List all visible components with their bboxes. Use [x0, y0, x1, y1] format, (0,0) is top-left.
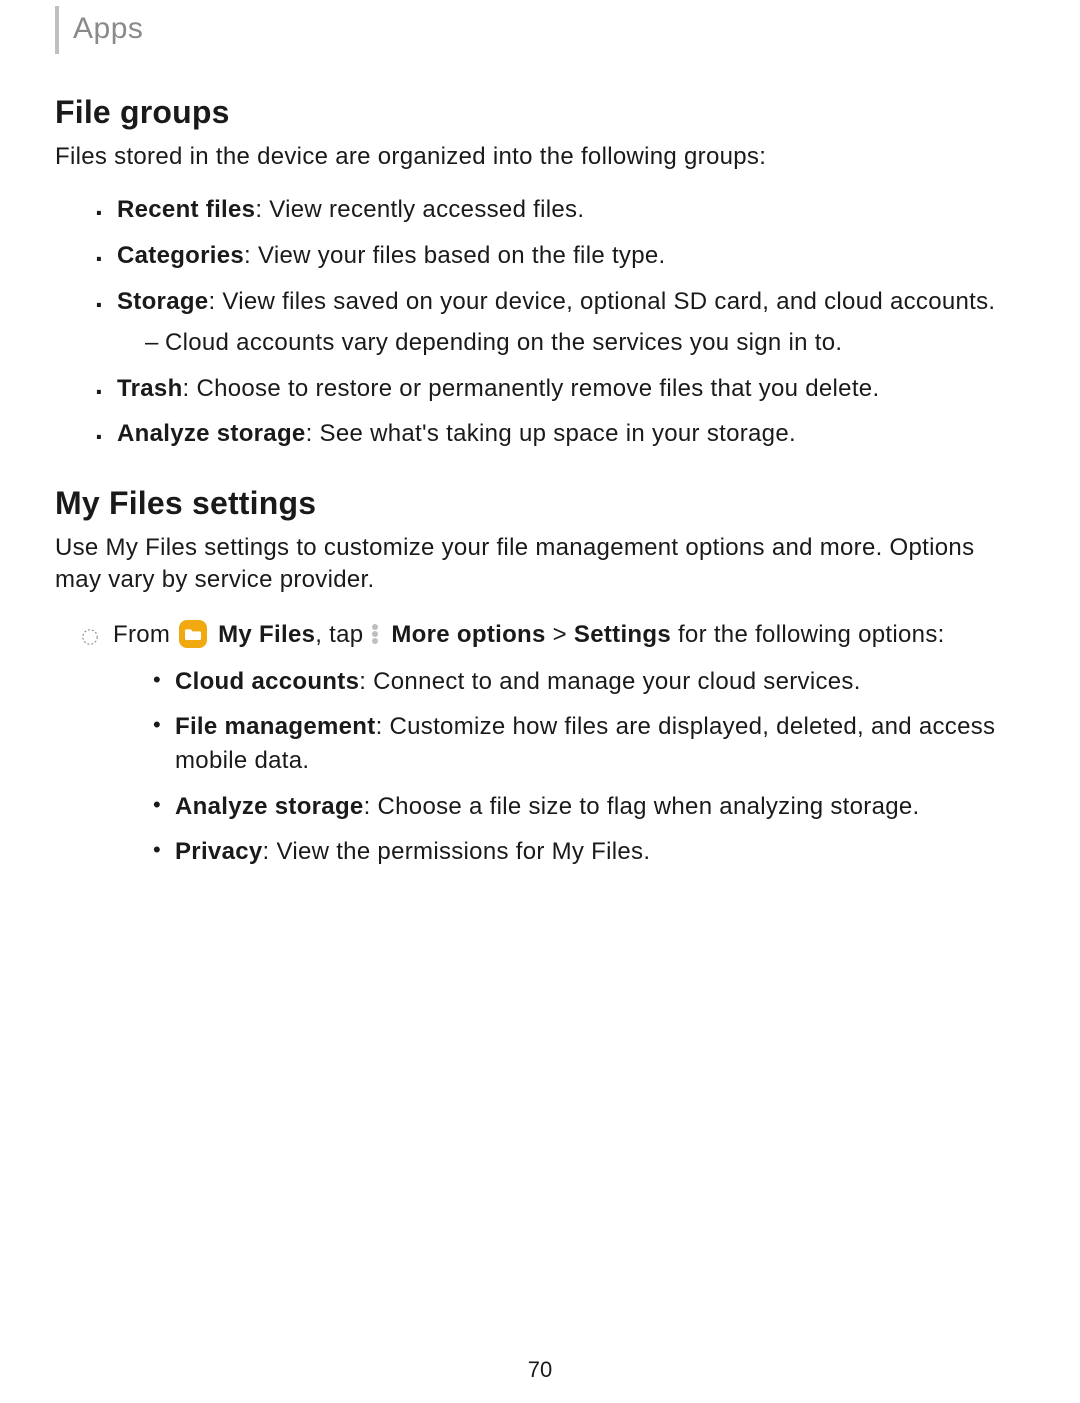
list-item: File management: Customize how files are… [153, 710, 1025, 777]
step-line: From My Files, tap More options > Settin… [81, 617, 1025, 869]
item-term: Storage [117, 288, 208, 315]
list-item: Privacy: View the permissions for My Fil… [153, 835, 1025, 869]
item-term: Cloud accounts [175, 668, 359, 695]
step-mid: , tap [315, 621, 370, 648]
item-term: Analyze storage [175, 793, 364, 820]
list-item: Categories: View your files based on the… [95, 239, 1025, 273]
item-term: Trash [117, 375, 183, 402]
section-intro-file-groups: Files stored in the device are organized… [55, 141, 1025, 173]
step-circle-icon [81, 621, 99, 639]
section-title-file-groups: File groups [55, 94, 1025, 131]
step-settings-label: Settings [574, 621, 671, 648]
item-term: Analyze storage [117, 420, 306, 447]
header-rule [55, 6, 59, 54]
list-item: Analyze storage: Choose a file size to f… [153, 790, 1025, 824]
list-item: Analyze storage: See what's taking up sp… [95, 417, 1025, 451]
item-desc: : View the permissions for My Files. [263, 838, 651, 865]
item-desc: : View your files based on the file type… [244, 242, 665, 269]
item-term: File management [175, 713, 376, 740]
page-number: 70 [0, 1357, 1080, 1383]
list-item: Recent files: View recently accessed fil… [95, 193, 1025, 227]
my-files-app-icon [179, 620, 207, 648]
step-wrap: From My Files, tap More options > Settin… [81, 617, 1025, 869]
page: Apps File groups Files stored in the dev… [0, 6, 1080, 1403]
item-desc: : Choose a file size to flag when analyz… [364, 793, 920, 820]
file-groups-list: Recent files: View recently accessed fil… [95, 193, 1025, 451]
sub-list: Cloud accounts vary depending on the ser… [145, 326, 1025, 360]
list-item: Cloud accounts: Connect to and manage yo… [153, 665, 1025, 699]
step-post: for the following options: [671, 621, 945, 648]
item-desc: : View files saved on your device, optio… [208, 288, 995, 315]
list-item: Trash: Choose to restore or permanently … [95, 372, 1025, 406]
item-desc: : Connect to and manage your cloud servi… [359, 668, 860, 695]
item-desc: : View recently accessed files. [255, 196, 584, 223]
content: File groups Files stored in the device a… [55, 94, 1025, 869]
item-desc: : See what's taking up space in your sto… [306, 420, 796, 447]
item-desc: : Choose to restore or permanently remov… [183, 375, 880, 402]
sub-list-item: Cloud accounts vary depending on the ser… [145, 326, 1025, 360]
page-header: Apps [55, 6, 1025, 54]
item-term: Recent files [117, 196, 255, 223]
section-intro-my-files-settings: Use My Files settings to customize your … [55, 532, 1025, 597]
list-item: Storage: View files saved on your device… [95, 285, 1025, 360]
step-more-label: More options [391, 621, 545, 648]
breadcrumb: Apps [73, 12, 143, 46]
step-app-name: My Files [218, 621, 315, 648]
settings-options-list: Cloud accounts: Connect to and manage yo… [153, 665, 1025, 869]
step-sep: > [546, 621, 574, 648]
item-term: Privacy [175, 838, 263, 865]
step-pre: From [113, 621, 177, 648]
more-options-icon [372, 624, 380, 644]
item-term: Categories [117, 242, 244, 269]
section-title-my-files-settings: My Files settings [55, 485, 1025, 522]
